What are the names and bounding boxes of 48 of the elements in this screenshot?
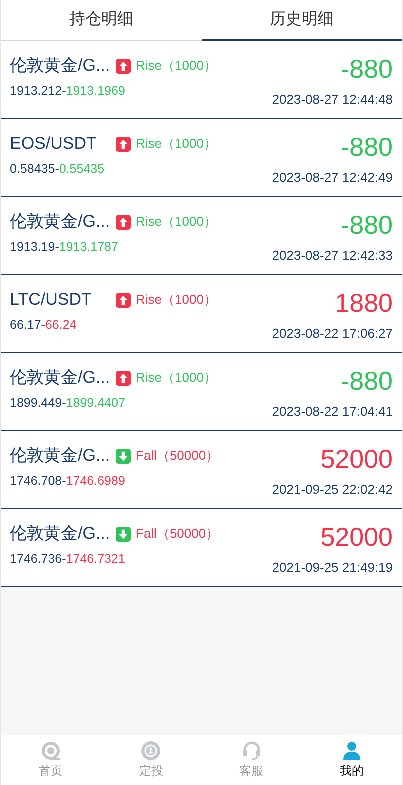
order-time: 2023-08-27 12:42:33 (272, 247, 393, 265)
tab[interactable]: 持仓明细 (1, 0, 202, 40)
order-time: 2023-08-27 12:42:49 (272, 169, 393, 187)
close-price: 1899.4407 (66, 395, 126, 412)
target-icon (41, 740, 62, 760)
direction-label: Rise（1000） (136, 135, 217, 154)
profit-amount: -880 (340, 366, 393, 396)
person-icon (342, 740, 362, 760)
close-price: 1913.1969 (66, 83, 126, 100)
asset-name: LTC/USDT (10, 289, 93, 312)
profit-amount: 52000 (320, 522, 393, 552)
open-price: 1913.212- (10, 83, 66, 100)
order-time: 2021-09-25 22:02:42 (272, 481, 393, 499)
coin-icon (141, 740, 162, 760)
open-price: 1899.449- (10, 395, 66, 412)
profit-amount: 1880 (335, 288, 393, 318)
open-price: 66.17- (10, 317, 46, 334)
profit-amount: -880 (340, 54, 393, 84)
headset-icon (242, 740, 262, 760)
close-price: 0.55435 (59, 161, 105, 178)
open-price: 1746.736- (10, 551, 66, 568)
asset-name: 伦敦黄金/G... (10, 445, 112, 468)
order-time: 2023-08-22 17:04:41 (272, 403, 393, 421)
open-price: 1746.708- (10, 473, 66, 490)
asset-name: 伦敦黄金/G... (10, 367, 112, 390)
asset-name: EOS/USDT (10, 133, 98, 156)
profit-amount: -880 (340, 132, 393, 162)
direction-label: Fall（50000） (136, 447, 220, 466)
asset-name: 伦敦黄金/G... (10, 55, 112, 78)
open-price: 1913.19- (10, 239, 60, 256)
profit-amount: 52000 (320, 444, 393, 474)
nav-tab[interactable]: 我的 (302, 735, 402, 785)
asset-name: 伦敦黄金/G... (10, 211, 112, 234)
order-time: 2023-08-22 17:06:27 (272, 325, 393, 343)
order-time: 2021-09-25 21:49:19 (272, 559, 393, 577)
direction-label: Rise（1000） (136, 369, 217, 388)
close-price: 1746.7321 (66, 551, 126, 568)
close-price: 1746.6989 (66, 473, 126, 490)
direction-label: Rise（1000） (136, 291, 217, 310)
order-time: 2023-08-27 12:44:48 (272, 91, 393, 109)
direction-label: Fall（50000） (136, 525, 220, 544)
direction-label: Rise（1000） (136, 213, 217, 232)
asset-name: 伦敦黄金/G... (10, 523, 112, 546)
profit-amount: -880 (340, 210, 393, 240)
open-price: 0.58435- (10, 161, 60, 178)
close-price: 66.24 (45, 317, 77, 334)
direction-label: Rise（1000） (136, 57, 217, 76)
close-price: 1913.1787 (59, 239, 118, 256)
